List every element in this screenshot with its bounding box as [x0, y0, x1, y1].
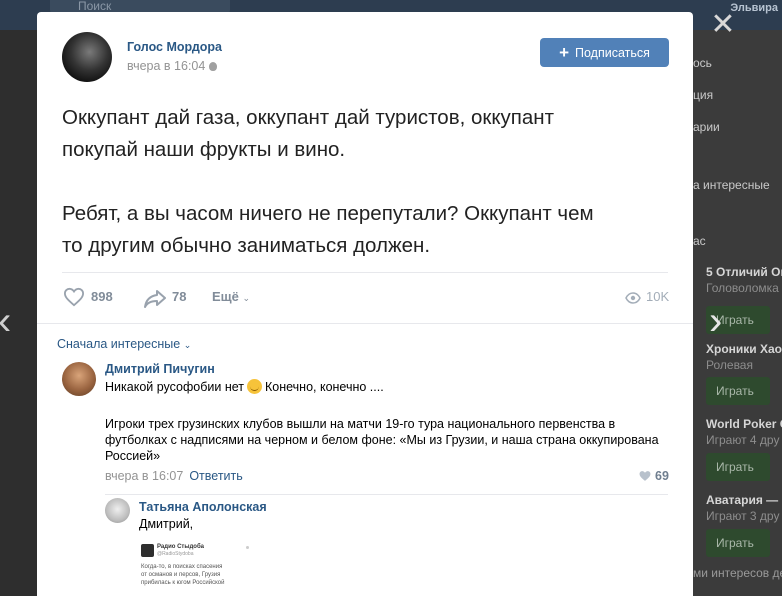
post-text: Оккупант дай газа, оккупант дай туристов…: [62, 102, 672, 262]
smile-emoji-icon: [246, 379, 262, 394]
post-text-line: Оккупант дай газа, оккупант дай туристов…: [62, 106, 555, 129]
background-game-subtitle: Ролевая: [706, 358, 753, 372]
post-text-line: Ребят, а вы часом ничего не перепутали? …: [62, 202, 594, 225]
background-recommend-label: а интересные: [693, 178, 770, 192]
tweet-name: Радио Стыдоба: [157, 544, 205, 550]
post-text-line: то другим обычно заниматься должен.: [62, 234, 431, 257]
comment-text: Никакой русофобии нет Конечно, конечно ..…: [105, 379, 665, 395]
divider: [37, 323, 693, 324]
background-footer-text: ми интересов де: [693, 566, 782, 580]
reply-author[interactable]: Татьяна Аполонская: [139, 500, 267, 514]
tweet-line: Когда-то, в поисках спасения: [141, 564, 223, 570]
background-play-button: Играть: [706, 453, 770, 481]
background-game-title: Хроники Хао: [706, 342, 782, 356]
post-modal: Голос Мордора вчера в 16:04 + Подписаться…: [37, 12, 693, 596]
comment-like-count[interactable]: 69: [655, 469, 669, 483]
background-menu-item: ось: [693, 56, 712, 70]
background-game-title: 5 Отличий Он: [706, 265, 782, 279]
post-time-text[interactable]: вчера в 16:04: [127, 59, 205, 73]
comment-time[interactable]: вчера в 16:07: [105, 469, 183, 483]
like-count[interactable]: 898: [91, 289, 113, 304]
background-menu-item: арии: [693, 120, 720, 134]
plus-icon: +: [559, 43, 570, 62]
view-count: 10K: [646, 289, 670, 304]
author-avatar[interactable]: [62, 32, 112, 82]
background-play-button: Играть: [706, 529, 770, 557]
next-arrow-icon[interactable]: ›: [709, 301, 737, 341]
background-game-subtitle: Играют 4 дру: [706, 433, 780, 447]
tweet-line: от османов и персов, Грузия: [141, 572, 221, 578]
eye-icon: [625, 292, 641, 304]
post-author[interactable]: Голос Мордора: [127, 40, 222, 54]
tweet-handle: @RadioStydoba: [157, 551, 194, 557]
chevron-down-icon: ⌄: [183, 340, 192, 350]
post-text-line: покупай наши фрукты и вино.: [62, 138, 346, 161]
background-game-title: Аватария — м: [706, 493, 782, 507]
comment-avatar[interactable]: [62, 362, 96, 396]
comment-author[interactable]: Дмитрий Пичугин: [105, 362, 215, 376]
reply-attached-image[interactable]: Радио Стыдоба @RadioStydoba Когда-то, в …: [137, 540, 252, 596]
comments-sort-dropdown[interactable]: Сначала интересные ⌄: [57, 337, 191, 351]
tweet-avatar: [141, 544, 154, 557]
comment-heart-icon[interactable]: [638, 470, 652, 482]
chevron-down-icon: ⌄: [242, 293, 251, 303]
reply-avatar[interactable]: [105, 498, 130, 523]
divider: [62, 272, 668, 273]
more-button[interactable]: Ещё ⌄: [212, 289, 250, 304]
subscribe-label: Подписаться: [575, 46, 650, 60]
comment-meta: вчера в 16:07 Ответить: [105, 469, 243, 483]
share-count[interactable]: 78: [172, 289, 186, 304]
apple-icon: [209, 62, 218, 71]
close-icon[interactable]: ✕: [709, 10, 737, 40]
comment-text-part: Конечно, конечно ....: [264, 380, 384, 394]
tweet-line: прибилась к югом Российской: [141, 580, 225, 586]
comment-paragraph: Игроки трех грузинских клубов вышли на м…: [105, 417, 659, 463]
heart-icon[interactable]: [63, 287, 85, 307]
share-arrow-icon[interactable]: [143, 288, 167, 308]
reply-button[interactable]: Ответить: [189, 469, 242, 483]
background-menu-item: ция: [693, 88, 714, 102]
post-time: вчера в 16:04: [127, 59, 218, 73]
tweet-menu-icon: [246, 546, 249, 549]
sort-label: Сначала интересные: [57, 337, 181, 351]
more-label: Ещё: [212, 289, 239, 304]
background-for-you-label: ас: [693, 234, 706, 248]
background-game-subtitle: Головоломка: [706, 281, 779, 295]
background-game-subtitle: Играют 3 дру: [706, 509, 780, 523]
background-game-title: World Poker Cl: [706, 417, 782, 431]
reply-text: Дмитрий,: [139, 517, 194, 531]
divider: [105, 494, 668, 495]
comment-text-part: Никакой русофобии нет: [105, 380, 244, 394]
subscribe-button[interactable]: + Подписаться: [540, 38, 669, 67]
background-user-name: Эльвира: [730, 2, 778, 14]
background-play-button: Играть: [706, 377, 770, 405]
prev-arrow-icon[interactable]: ‹: [0, 301, 20, 341]
